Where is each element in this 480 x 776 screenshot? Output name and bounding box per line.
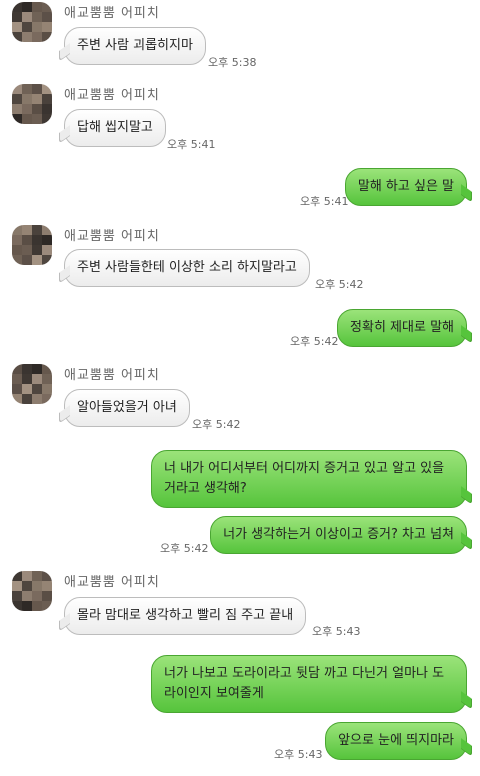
message-bubble[interactable]: 말해 하고 싶은 말	[344, 168, 472, 206]
message-text: 정확히 제대로 말해	[350, 320, 454, 335]
message-time: 오후 5:43	[312, 625, 361, 638]
message-bubble[interactable]: 정확히 제대로 말해	[337, 309, 472, 347]
message-time: 오후 5:38	[208, 56, 257, 69]
message-text: 답해 씹지말고	[77, 120, 153, 135]
message-time: 오후 5:41	[167, 138, 216, 151]
message-time: 오후 5:41	[300, 195, 349, 208]
message-bubble[interactable]: 주변 사람 괴롭히지마	[59, 27, 206, 65]
message-text: 너 내가 어디서부터 어디까지 증거고 있고 알고 있을거라고 생각해?	[164, 461, 445, 496]
message-bubble[interactable]: 앞으로 눈에 띄지마라	[325, 722, 472, 760]
message-time: 오후 5:42	[315, 278, 364, 291]
sender-name: 애교뿜뿜 어피치	[64, 88, 160, 103]
message-text: 말해 하고 싶은 말	[357, 179, 454, 194]
message-time: 오후 5:42	[192, 418, 241, 431]
message-text: 알아들었을거 아녀	[77, 400, 177, 415]
sender-name: 애교뿜뿜 어피치	[64, 368, 160, 383]
message-text: 주변 사람들한테 이상한 소리 하지말라고	[77, 260, 297, 275]
message-bubble[interactable]: 너가 생각하는거 이상이고 증거? 차고 넘쳐	[210, 516, 472, 554]
sender-name: 애교뿜뿜 어피치	[64, 6, 160, 21]
pixelated-avatar-icon[interactable]	[12, 2, 52, 42]
message-text: 너가 생각하는거 이상이고 증거? 차고 넘쳐	[223, 527, 454, 542]
sender-name: 애교뿜뿜 어피치	[64, 229, 160, 244]
pixelated-avatar-icon[interactable]	[12, 364, 52, 404]
message-time: 오후 5:42	[290, 335, 339, 348]
message-bubble[interactable]: 몰라 맘대로 생각하고 빨리 짐 주고 끝내	[59, 597, 307, 635]
pixelated-avatar-icon[interactable]	[12, 84, 52, 124]
message-bubble[interactable]: 너 내가 어디서부터 어디까지 증거고 있고 알고 있을거라고 생각해?	[151, 450, 472, 508]
message-time: 오후 5:43	[274, 748, 323, 761]
message-text: 몰라 맘대로 생각하고 빨리 짐 주고 끝내	[77, 608, 294, 623]
message-bubble[interactable]: 너가 나보고 도라이라고 뒷담 까고 다닌거 얼마나 도라이인지 보여줄게	[151, 655, 472, 713]
message-time: 오후 5:42	[160, 542, 209, 555]
message-bubble[interactable]: 알아들었을거 아녀	[59, 389, 190, 427]
sender-name: 애교뿜뿜 어피치	[64, 575, 160, 590]
message-bubble[interactable]: 답해 씹지말고	[59, 109, 166, 147]
message-bubble[interactable]: 주변 사람들한테 이상한 소리 하지말라고	[59, 249, 310, 287]
message-text: 너가 나보고 도라이라고 뒷담 까고 다닌거 얼마나 도라이인지 보여줄게	[164, 666, 445, 701]
pixelated-avatar-icon[interactable]	[12, 225, 52, 265]
message-text: 주변 사람 괴롭히지마	[77, 38, 193, 53]
message-text: 앞으로 눈에 띄지마라	[338, 733, 454, 748]
pixelated-avatar-icon[interactable]	[12, 571, 52, 611]
